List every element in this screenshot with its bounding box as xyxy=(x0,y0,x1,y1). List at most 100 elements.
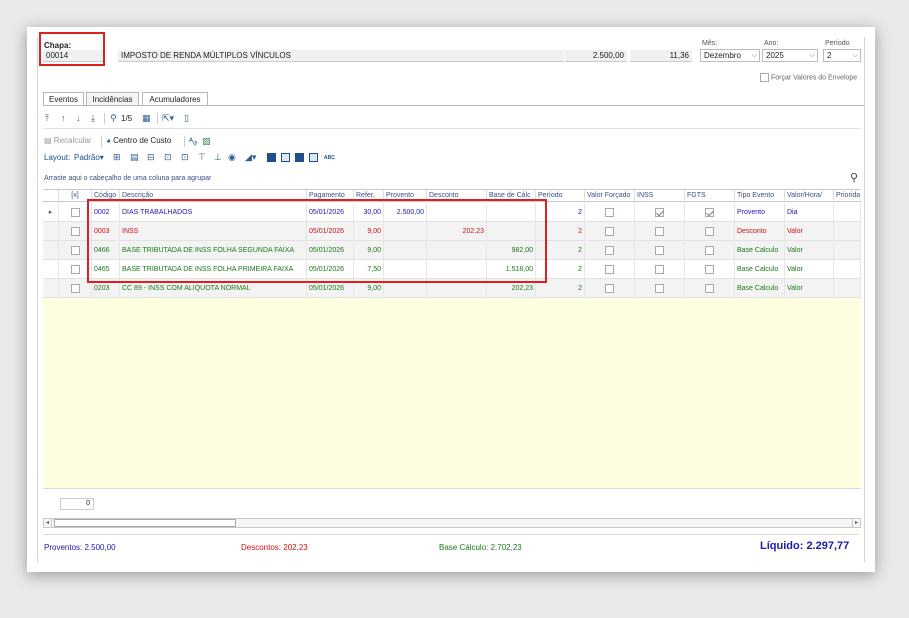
cell-valor-hora: Valor xyxy=(785,260,834,279)
cell-fgts-checkbox[interactable] xyxy=(705,245,714,255)
cell-tipo-evento: Desconto xyxy=(735,222,785,241)
cell-valor-forcado xyxy=(585,203,635,222)
ano-select[interactable]: 2025 ⌵ xyxy=(762,49,818,62)
cell-fgts-checkbox[interactable] xyxy=(705,226,714,236)
proventos-label: Proventos: xyxy=(44,543,83,552)
cell-fgts xyxy=(685,279,735,298)
descontos-value: 202,23 xyxy=(283,543,308,552)
document-icon[interactable]: ▯ xyxy=(184,113,189,123)
unpin-icon[interactable]: ⊥ xyxy=(214,152,222,162)
row-checkbox-checkbox[interactable] xyxy=(70,226,80,236)
align-top-icon[interactable]: ⊡ xyxy=(164,152,172,162)
tab-incidencias[interactable]: Incidências xyxy=(86,92,139,106)
total-liquido: Líquido: 2.297,77 xyxy=(760,540,849,552)
descontos-label: Descontos: xyxy=(241,543,282,552)
report-icon[interactable]: ▨ xyxy=(202,136,211,146)
highlight-chapa xyxy=(39,32,105,66)
chevron-down-icon: ⌵ xyxy=(809,52,815,59)
recalcular-label: Recalcular xyxy=(53,136,92,145)
toolbar-divider xyxy=(43,128,861,129)
rate-field: 11,36 xyxy=(630,50,692,62)
filter-icon[interactable]: ◉ xyxy=(228,152,236,162)
col-valor-forcado[interactable]: Valor Forçado xyxy=(585,190,635,202)
mes-select[interactable]: Dezembro ⌵ xyxy=(700,49,760,62)
abc-button[interactable]: ABC xyxy=(324,155,335,161)
toolbar-separator xyxy=(184,136,185,147)
forcar-valores-option[interactable]: Forçar Valores do Envelope xyxy=(760,73,857,82)
cell-valor-hora: Valor xyxy=(785,222,834,241)
cell-inss xyxy=(635,279,685,298)
grid-view-icon[interactable]: ▦ xyxy=(142,113,151,123)
forcar-checkbox[interactable] xyxy=(760,73,769,82)
mes-label: Mês: xyxy=(702,40,718,47)
cell-valor-hora: Valor xyxy=(785,241,834,260)
recalcular-button[interactable]: ▤ Recalcular xyxy=(44,136,92,145)
move-down-icon[interactable]: ↓ xyxy=(76,113,81,123)
col-prioridade[interactable]: Priorida xyxy=(834,190,861,202)
insert-row-icon[interactable]: ⊞ xyxy=(113,152,121,162)
tab-acumuladores[interactable]: Acumuladores xyxy=(142,92,208,106)
cell-inss-checkbox[interactable] xyxy=(655,283,664,293)
cell-tipo-evento: Provento xyxy=(735,203,785,222)
centro-custo-button[interactable]: ◕ Centro de Custo xyxy=(106,136,171,145)
liquido-label: Líquido: xyxy=(760,540,804,552)
cell-fgts-checkbox[interactable] xyxy=(705,283,714,293)
row-checkbox-checkbox[interactable] xyxy=(70,245,80,255)
cell-valor-forcado-checkbox[interactable] xyxy=(605,226,614,236)
horizontal-scrollbar[interactable]: ◂ ▸ xyxy=(43,518,861,528)
cell-inss-checkbox[interactable] xyxy=(655,245,664,255)
cell-fgts-checkbox[interactable] xyxy=(705,207,714,217)
cell-tipo-evento: Base Calculo xyxy=(735,241,785,260)
scroll-left-icon[interactable]: ◂ xyxy=(44,519,52,527)
chart-icon[interactable]: ◢▾ xyxy=(245,152,256,162)
search-icon[interactable]: ⚲ xyxy=(110,113,117,123)
layout-value: Padrão xyxy=(74,153,100,162)
periodo-select[interactable]: 2 ⌵ xyxy=(823,49,861,62)
toolbar-separator xyxy=(104,113,105,124)
cell-prioridade xyxy=(834,222,861,241)
cell-valor-forcado-checkbox[interactable] xyxy=(605,264,614,274)
move-bottom-icon[interactable]: ⤓ xyxy=(91,113,95,123)
cell-fgts-checkbox[interactable] xyxy=(705,264,714,274)
pie-chart-icon: ◕ xyxy=(106,136,111,145)
cell-inss-checkbox[interactable] xyxy=(655,226,664,236)
layout-mode-4-button[interactable] xyxy=(309,153,318,162)
ano-label: Ano: xyxy=(764,40,779,47)
periodo-label: Período xyxy=(825,40,850,47)
cell-valor-forcado-checkbox[interactable] xyxy=(605,245,614,255)
col-valor-hora[interactable]: Valor/Hora/ xyxy=(785,190,834,202)
cell-inss xyxy=(635,260,685,279)
move-up-icon[interactable]: ↑ xyxy=(61,113,66,123)
pin-icon[interactable]: ⊤ xyxy=(198,152,206,162)
centro-custo-label: Centro de Custo xyxy=(113,136,172,145)
col-tipo-evento[interactable]: Tipo Evento xyxy=(735,190,785,202)
layout-mode-2-button[interactable] xyxy=(281,153,290,162)
cell-valor-hora: Dia xyxy=(785,203,834,222)
scroll-thumb[interactable] xyxy=(54,519,236,527)
cell-fgts xyxy=(685,241,735,260)
cell-prioridade xyxy=(834,241,861,260)
cell-inss-checkbox[interactable] xyxy=(655,264,664,274)
columns-icon[interactable]: ▤ xyxy=(130,152,139,162)
row-checkbox-checkbox[interactable] xyxy=(70,283,80,293)
cell-valor-forcado-checkbox[interactable] xyxy=(605,207,614,217)
move-top-icon[interactable]: ⤒ xyxy=(45,113,49,123)
scroll-right-icon[interactable]: ▸ xyxy=(852,519,860,527)
cell-inss-checkbox[interactable] xyxy=(655,207,664,217)
liquido-value: 2.297,77 xyxy=(806,540,850,552)
col-inss[interactable]: INSS xyxy=(635,190,685,202)
row-checkbox-checkbox[interactable] xyxy=(70,207,80,217)
layout-select[interactable]: Padrão▾ xyxy=(74,153,104,162)
cell-valor-forcado-checkbox[interactable] xyxy=(605,283,614,293)
col-fgts[interactable]: FGTS xyxy=(685,190,735,202)
freeze-icon[interactable]: ⊟ xyxy=(147,152,155,162)
row-checkbox-checkbox[interactable] xyxy=(70,264,80,274)
layout-mode-3-button[interactable] xyxy=(295,153,304,162)
sort-az-icon[interactable]: ᴬᵩ xyxy=(189,136,197,146)
layout-mode-1-button[interactable] xyxy=(267,153,276,162)
tab-eventos[interactable]: Eventos xyxy=(43,92,84,106)
export-icon[interactable]: ⇱▾ xyxy=(162,113,174,123)
align-bottom-icon[interactable]: ⊡ xyxy=(181,152,189,162)
cell-valor-forcado xyxy=(585,260,635,279)
search-icon[interactable]: ⚲ xyxy=(850,171,858,184)
